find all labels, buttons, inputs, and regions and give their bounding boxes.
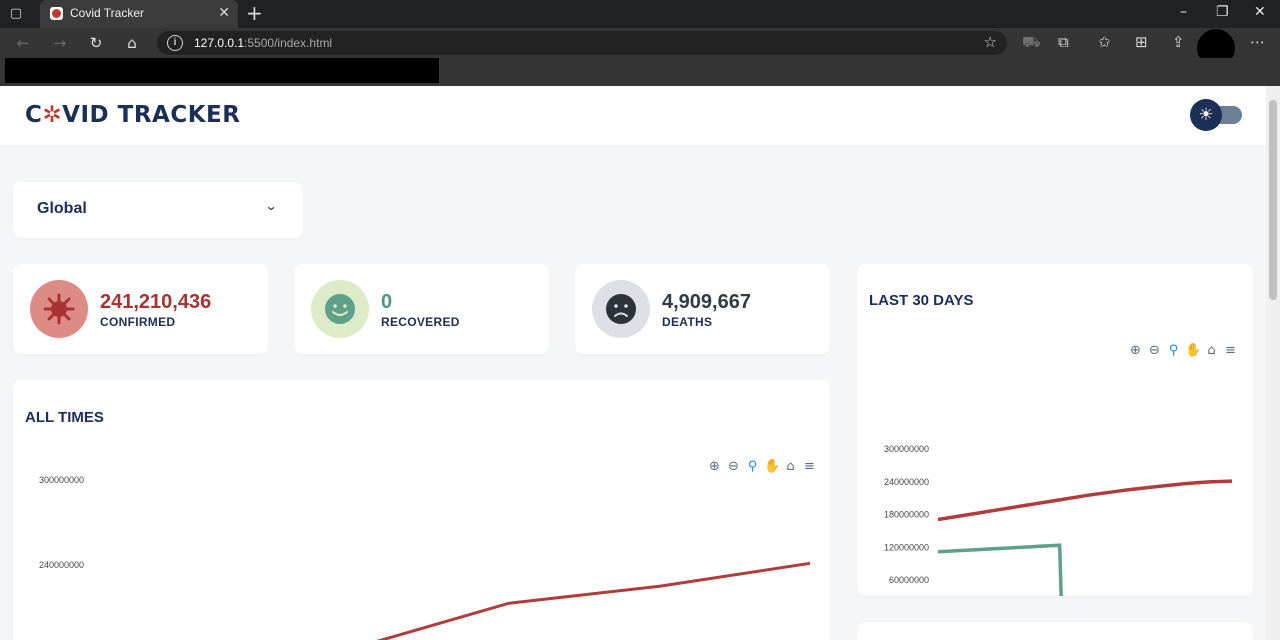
theme-toggle[interactable]: ☀ — [1190, 99, 1242, 131]
country-select[interactable]: Global ⌄ — [13, 182, 303, 238]
url-text: 127.0.0.1:5500/index.html — [194, 36, 333, 50]
y-tick-label: 180000000 — [884, 510, 929, 520]
site-info-icon[interactable]: i — [167, 35, 183, 51]
address-bar[interactable]: i 127.0.0.1:5500/index.html ☆ — [157, 31, 1007, 55]
confirmed-card: 241,210,436 CONFIRMED — [13, 264, 268, 354]
y-tick-label: 300000000 — [39, 475, 84, 485]
share-icon[interactable]: ⇪ — [1172, 33, 1185, 51]
series-line-confirmed — [376, 561, 811, 640]
forward-icon[interactable]: → — [50, 33, 70, 53]
collections-icon[interactable]: ⊞ — [1135, 33, 1148, 51]
all-times-chart: 300000000 240000000 — [39, 475, 811, 640]
more-menu-icon[interactable]: ⋯ — [1250, 33, 1265, 51]
extensions-icon[interactable]: ⧉ — [1058, 33, 1069, 51]
scrollbar-thumb[interactable] — [1269, 100, 1277, 300]
tab-title: Covid Tracker — [70, 6, 145, 20]
series-line-recovered — [937, 543, 1063, 596]
last-30-days-chart: 300000000 240000000 180000000 120000000 6000… — [884, 444, 1233, 596]
y-tick-label: 300000000 — [884, 444, 929, 454]
page-scrollbar[interactable] — [1266, 86, 1280, 640]
deaths-count: 4,909,667 — [662, 291, 751, 313]
sun-icon: ☀ — [1190, 99, 1222, 131]
redacted-favorites — [5, 58, 439, 83]
confirmed-label: CONFIRMED — [100, 315, 176, 329]
tab-close-icon[interactable]: ✕ — [218, 5, 230, 21]
deaths-card: 4,909,667 DEATHS — [575, 264, 830, 354]
deaths-label: DEATHS — [662, 315, 713, 329]
minimize-icon[interactable]: – — [1180, 4, 1187, 20]
favicon-icon — [50, 7, 63, 20]
shopping-icon[interactable]: ⛟ — [1022, 33, 1041, 53]
virus-icon: ✲ — [42, 102, 63, 128]
sad-face-icon — [592, 280, 650, 338]
restore-icon[interactable]: ❐ — [1216, 4, 1229, 20]
y-tick-label: 240000000 — [39, 560, 84, 570]
browser-tab[interactable]: Covid Tracker ✕ — [40, 0, 238, 28]
app-header: C✲VID TRACKER ☀ — [0, 86, 1266, 145]
virus-icon — [30, 280, 88, 338]
last-30-days-card: LAST 30 DAYS ⊕ ⊖ ⚲ ✋ ⌂ ≡ 300000000 240000… — [857, 264, 1253, 596]
recovered-card: 0 RECOVERED — [294, 264, 549, 354]
y-tick-label: 240000000 — [884, 477, 929, 487]
home-icon[interactable]: ⌂ — [122, 33, 142, 53]
all-times-card: ALL TIMES ⊕ ⊖ ⚲ ✋ ⌂ ≡ 300000000 240000000 — [13, 380, 830, 640]
next-card — [857, 622, 1253, 640]
smile-icon — [311, 280, 369, 338]
page-content: C✲VID TRACKER ☀ Global ⌄ 241,210,436 CON… — [0, 86, 1266, 640]
y-tick-label: 60000000 — [889, 575, 929, 585]
chevron-down-icon: ⌄ — [264, 199, 278, 213]
browser-tab-bar: ▢ Covid Tracker ✕ + – ❐ ✕ — [0, 0, 1280, 28]
reload-icon[interactable]: ↻ — [86, 33, 106, 53]
favorites-icon[interactable]: ✩ — [1098, 33, 1111, 51]
country-select-value: Global — [37, 200, 87, 217]
add-favorite-icon[interactable]: ☆ — [984, 33, 997, 51]
confirmed-count: 241,210,436 — [100, 291, 212, 313]
y-tick-label: 120000000 — [884, 542, 929, 552]
recovered-count: 0 — [381, 291, 393, 313]
back-icon[interactable]: ← — [13, 33, 33, 53]
series-line-confirmed — [937, 479, 1233, 522]
close-window-icon[interactable]: ✕ — [1254, 4, 1266, 20]
new-tab-icon[interactable]: + — [246, 3, 263, 23]
recovered-label: RECOVERED — [381, 315, 460, 329]
tab-actions-icon[interactable]: ▢ — [8, 6, 24, 22]
app-logo: C✲VID TRACKER — [25, 102, 241, 128]
